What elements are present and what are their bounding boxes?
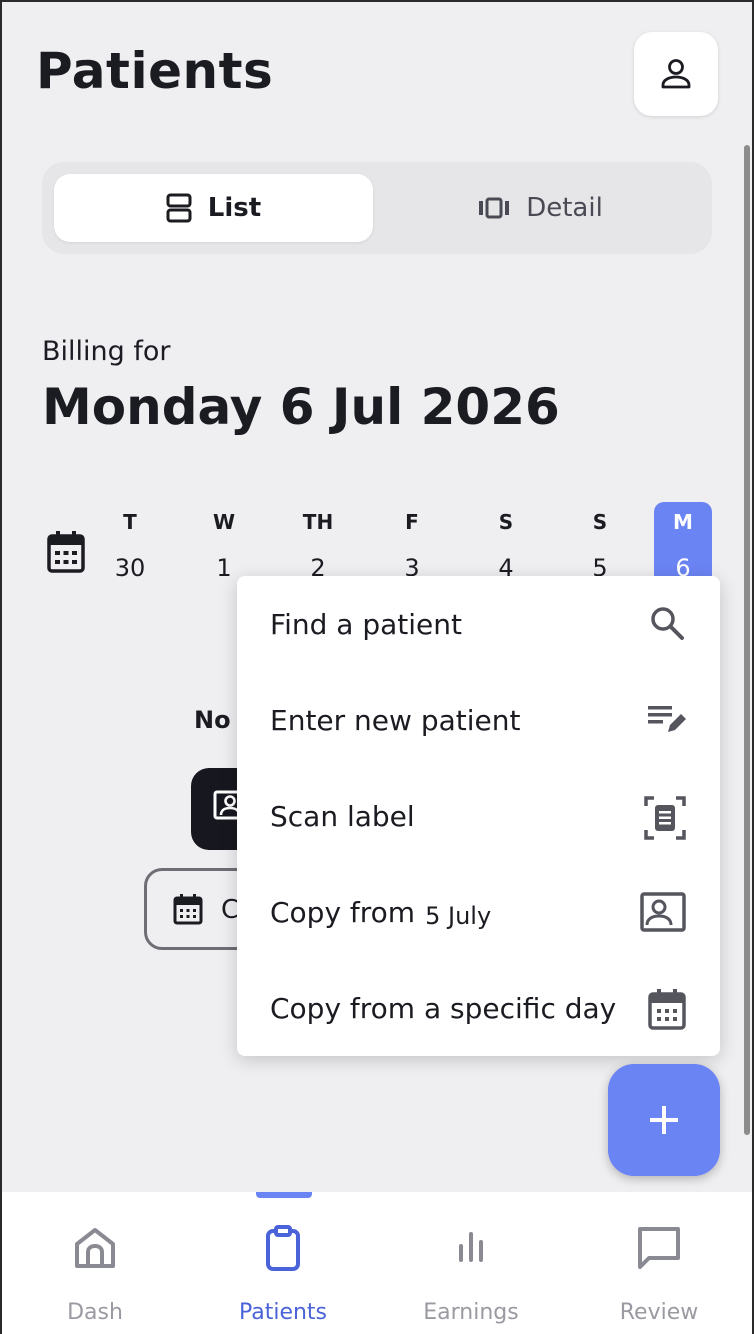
clipboard-icon: [266, 1225, 300, 1271]
menu-item-copy-from-date[interactable]: Copy from 5 July: [237, 864, 720, 960]
menu-item-date: 5 July: [425, 902, 492, 930]
billing-date: Monday 6 Jul 2026: [42, 378, 560, 436]
menu-item-copy-specific-day[interactable]: Copy from a specific day: [237, 960, 720, 1056]
chat-icon: [638, 1227, 680, 1269]
day-name: TH: [302, 510, 334, 534]
day-date: 30: [114, 554, 146, 582]
list-view-icon: [166, 193, 192, 223]
day-name: F: [405, 510, 419, 534]
edit-note-icon: [648, 706, 686, 732]
calendar-icon: [47, 531, 85, 573]
person-icon: [661, 59, 691, 89]
billing-label: Billing for: [42, 336, 171, 367]
menu-item-label: Scan label: [270, 799, 415, 833]
plus-icon: [650, 1106, 678, 1134]
add-fab-button[interactable]: [608, 1064, 720, 1176]
profile-button[interactable]: [634, 32, 718, 116]
nav-item-patients[interactable]: Patients: [189, 1192, 377, 1334]
empty-state-text: No: [194, 706, 231, 734]
id-card-icon: [640, 892, 686, 932]
view-toggle: List Detail: [42, 162, 712, 254]
bar-chart-icon: [459, 1232, 483, 1262]
detail-view-label: Detail: [526, 193, 603, 223]
search-icon: [651, 607, 684, 640]
nav-item-label: Review: [619, 1300, 699, 1325]
menu-item-enter-new-patient[interactable]: Enter new patient: [237, 672, 720, 768]
day-name: S: [592, 510, 608, 534]
list-view-button[interactable]: List: [54, 174, 373, 242]
calendar-picker-button[interactable]: [46, 530, 86, 578]
calendar-icon: [648, 989, 686, 1030]
calendar-icon: [173, 894, 203, 925]
menu-item-label: Enter new patient: [270, 703, 521, 737]
menu-item-find-patient[interactable]: Find a patient: [237, 576, 720, 672]
nav-item-label: Patients: [238, 1300, 328, 1325]
nav-item-label: Dash: [67, 1300, 123, 1325]
day-name: M: [673, 510, 693, 534]
day-name: W: [212, 510, 236, 534]
nav-item-review[interactable]: Review: [565, 1192, 753, 1334]
add-patient-menu: Find a patient Enter new patient Scan la…: [237, 576, 720, 1056]
list-view-label: List: [207, 193, 262, 223]
scan-document-icon: [644, 796, 686, 840]
nav-item-label: Earnings: [423, 1300, 519, 1325]
menu-item-label: Find a patient: [270, 607, 462, 641]
nav-item-earnings[interactable]: Earnings: [377, 1192, 565, 1334]
nav-item-dash[interactable]: Dash: [1, 1192, 189, 1334]
bottom-nav: Dash Patients Earnings Review: [0, 1192, 754, 1334]
calendar-day[interactable]: T 30: [101, 502, 159, 602]
day-name: T: [123, 510, 137, 534]
detail-view-button[interactable]: Detail: [381, 174, 700, 242]
menu-item-label: Copy from: [270, 895, 416, 929]
home-icon: [75, 1228, 115, 1268]
scrollbar[interactable]: [744, 145, 750, 1135]
page-title: Patients: [36, 42, 274, 100]
menu-item-label: Copy from a specific day: [270, 991, 617, 1025]
menu-item-scan-label[interactable]: Scan label: [237, 768, 720, 864]
carousel-icon: [479, 197, 510, 219]
day-name: S: [498, 510, 514, 534]
